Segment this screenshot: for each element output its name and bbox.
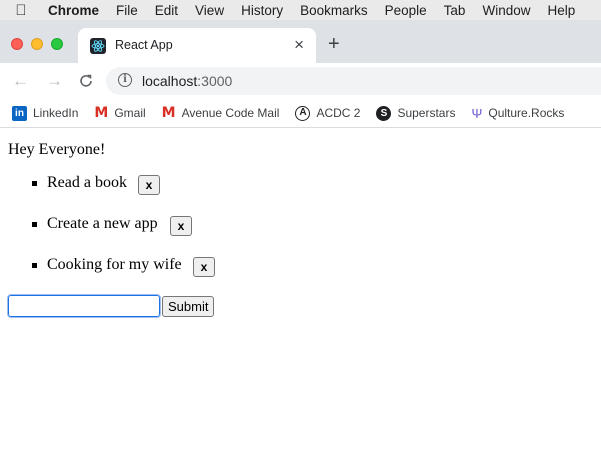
menu-window[interactable]: Window xyxy=(482,3,530,18)
greeting-text: Hey Everyone! xyxy=(8,141,106,158)
bookmark-label: Gmail xyxy=(114,106,146,120)
url-port: :3000 xyxy=(197,73,233,89)
bookmark-superstars[interactable]: S Superstars xyxy=(376,105,456,121)
remove-todo-button[interactable]: x xyxy=(193,257,215,277)
list-bullet xyxy=(32,181,37,186)
bookmarks-bar: in LinkedIn M Gmail M Avenue Code Mail A… xyxy=(0,99,601,128)
rock-hand-icon: Ψ xyxy=(471,105,483,121)
tab-react-app[interactable]: React App × xyxy=(78,28,316,63)
linkedin-icon: in xyxy=(12,105,27,121)
bookmark-label: ACDC 2 xyxy=(316,106,361,120)
url-text: localhost:3000 xyxy=(142,73,232,89)
tab-title: React App xyxy=(115,38,173,52)
reload-icon[interactable] xyxy=(78,71,94,94)
menu-file[interactable]: File xyxy=(116,3,138,18)
menu-bookmarks[interactable]: Bookmarks xyxy=(300,3,368,18)
new-tab-button[interactable]: + xyxy=(328,34,340,54)
s-circle-icon: S xyxy=(376,105,392,121)
gmail-icon: M xyxy=(161,105,176,121)
list-bullet xyxy=(32,222,37,227)
bookmark-gmail[interactable]: M Gmail xyxy=(94,105,145,121)
close-window-button[interactable] xyxy=(11,38,23,50)
a-circle-icon: A xyxy=(295,105,311,121)
menu-edit[interactable]: Edit xyxy=(155,3,178,18)
todo-input[interactable] xyxy=(7,294,161,318)
bookmark-qulture-rocks[interactable]: Ψ Qulture.Rocks xyxy=(471,106,564,121)
menu-tab[interactable]: Tab xyxy=(444,3,466,18)
minimize-window-button[interactable] xyxy=(31,38,43,50)
gmail-icon: M xyxy=(94,105,109,121)
site-info-icon[interactable]: i xyxy=(118,73,132,87)
todo-text: Create a new app xyxy=(47,215,158,232)
zoom-window-button[interactable] xyxy=(51,38,63,50)
bookmark-label: Qulture.Rocks xyxy=(488,106,565,120)
list-bullet xyxy=(32,263,37,268)
menu-history[interactable]: History xyxy=(241,3,283,18)
todo-text: Cooking for my wife xyxy=(47,256,182,273)
react-logo-icon xyxy=(90,38,106,54)
bookmark-label: Avenue Code Mail xyxy=(181,106,280,120)
submit-button[interactable]: Submit xyxy=(162,295,215,317)
macos-menu-bar:  Chrome File Edit View History Bookmark… xyxy=(0,0,601,20)
back-arrow-icon[interactable]: ← xyxy=(12,71,29,91)
bookmark-linkedin[interactable]: in LinkedIn xyxy=(12,105,79,121)
menu-people[interactable]: People xyxy=(385,3,427,18)
remove-todo-button[interactable]: x xyxy=(170,216,192,236)
menu-help[interactable]: Help xyxy=(547,3,575,18)
bookmark-avenue-code-mail[interactable]: M Avenue Code Mail xyxy=(162,105,280,121)
todo-form: Submit xyxy=(7,294,215,318)
apple-menu-icon[interactable]:  xyxy=(6,2,36,19)
bookmark-label: LinkedIn xyxy=(33,106,79,120)
remove-todo-button[interactable]: x xyxy=(138,175,160,195)
forward-arrow-icon[interactable]: → xyxy=(46,71,63,91)
menu-view[interactable]: View xyxy=(195,3,224,18)
menu-chrome[interactable]: Chrome xyxy=(48,3,99,18)
bookmark-label: Superstars xyxy=(397,106,456,120)
browser-toolbar: ← → i localhost:3000 xyxy=(0,63,601,99)
close-tab-icon[interactable]: × xyxy=(294,35,304,55)
page-content: Hey Everyone! Read a book x Create a new… xyxy=(0,129,601,463)
todo-text: Read a book xyxy=(47,174,127,191)
address-bar[interactable]: i localhost:3000 xyxy=(106,67,601,95)
url-host: localhost xyxy=(142,73,198,89)
bookmark-acdc-2[interactable]: A ACDC 2 xyxy=(295,105,361,121)
tab-strip: React App × + xyxy=(0,20,601,63)
